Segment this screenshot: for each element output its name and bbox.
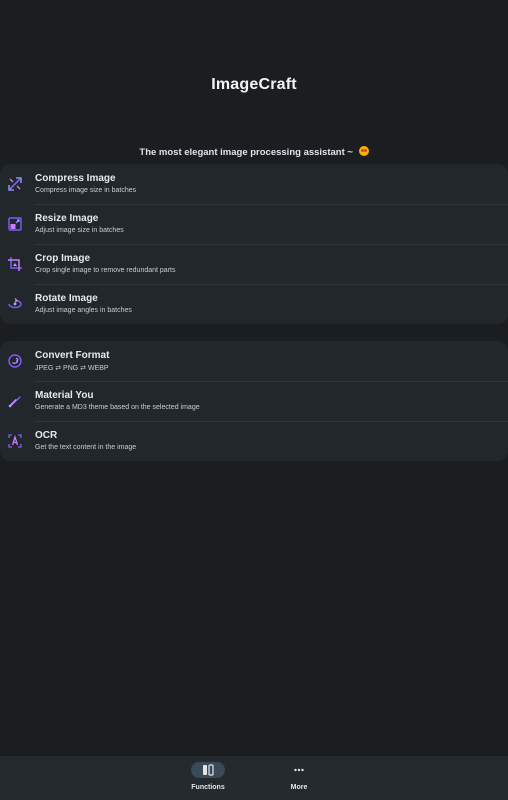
- app-screen: ImageCraft The most elegant image proces…: [0, 0, 508, 800]
- bottom-navigation: Functions More: [0, 756, 508, 800]
- resize-image-item[interactable]: Resize Image Adjust image size in batche…: [0, 204, 508, 244]
- heart-eyes-emoji-icon: [358, 146, 369, 156]
- nav-more[interactable]: More: [269, 762, 329, 798]
- item-subtitle: JPEG ⇄ PNG ⇄ WEBP: [35, 365, 109, 372]
- item-title: Resize Image: [35, 213, 99, 224]
- item-title: Rotate Image: [35, 293, 98, 304]
- nav-label: Functions: [191, 784, 225, 791]
- nav-active-indicator: [191, 762, 225, 778]
- tagline: The most elegant image processing assist…: [0, 146, 508, 158]
- tagline-text: The most elegant image processing assist…: [139, 147, 353, 158]
- item-subtitle: Adjust image angles in batches: [35, 307, 132, 314]
- resize-icon: [7, 216, 23, 232]
- item-subtitle: Adjust image size in batches: [35, 227, 124, 234]
- compress-icon: [7, 176, 23, 192]
- item-subtitle: Crop single image to remove redundant pa…: [35, 267, 176, 274]
- functions-icon: [203, 764, 214, 776]
- crop-image-item[interactable]: Crop Image Crop single image to remove r…: [0, 244, 508, 284]
- convert-format-item[interactable]: Convert Format JPEG ⇄ PNG ⇄ WEBP: [0, 341, 508, 381]
- rotate-icon: [7, 296, 23, 312]
- item-title: OCR: [35, 430, 58, 441]
- item-subtitle: Get the text content in the image: [35, 444, 137, 451]
- ocr-icon: [7, 433, 23, 449]
- functions-card-2: Convert Format JPEG ⇄ PNG ⇄ WEBP Materia…: [0, 341, 508, 461]
- ocr-item[interactable]: OCR Get the text content in the image: [0, 421, 508, 461]
- item-subtitle: Generate a MD3 theme based on the select…: [35, 404, 200, 411]
- item-title: Material You: [35, 390, 94, 401]
- nav-icon-container: [282, 762, 316, 778]
- item-title: Convert Format: [35, 350, 110, 361]
- app-title: ImageCraft: [211, 76, 297, 93]
- convert-icon: [7, 353, 23, 369]
- nav-label: More: [290, 784, 308, 791]
- palette-icon: [7, 393, 23, 409]
- functions-card-1: Compress Image Compress image size in ba…: [0, 164, 508, 324]
- item-subtitle: Compress image size in batches: [35, 187, 137, 194]
- compress-image-item[interactable]: Compress Image Compress image size in ba…: [0, 164, 508, 204]
- more-icon: [294, 768, 304, 772]
- item-title: Compress Image: [35, 173, 116, 184]
- item-title: Crop Image: [35, 253, 91, 264]
- crop-icon: [7, 256, 23, 272]
- material-you-item[interactable]: Material You Generate a MD3 theme based …: [0, 381, 508, 421]
- nav-functions[interactable]: Functions: [178, 762, 238, 798]
- rotate-image-item[interactable]: Rotate Image Adjust image angles in batc…: [0, 284, 508, 324]
